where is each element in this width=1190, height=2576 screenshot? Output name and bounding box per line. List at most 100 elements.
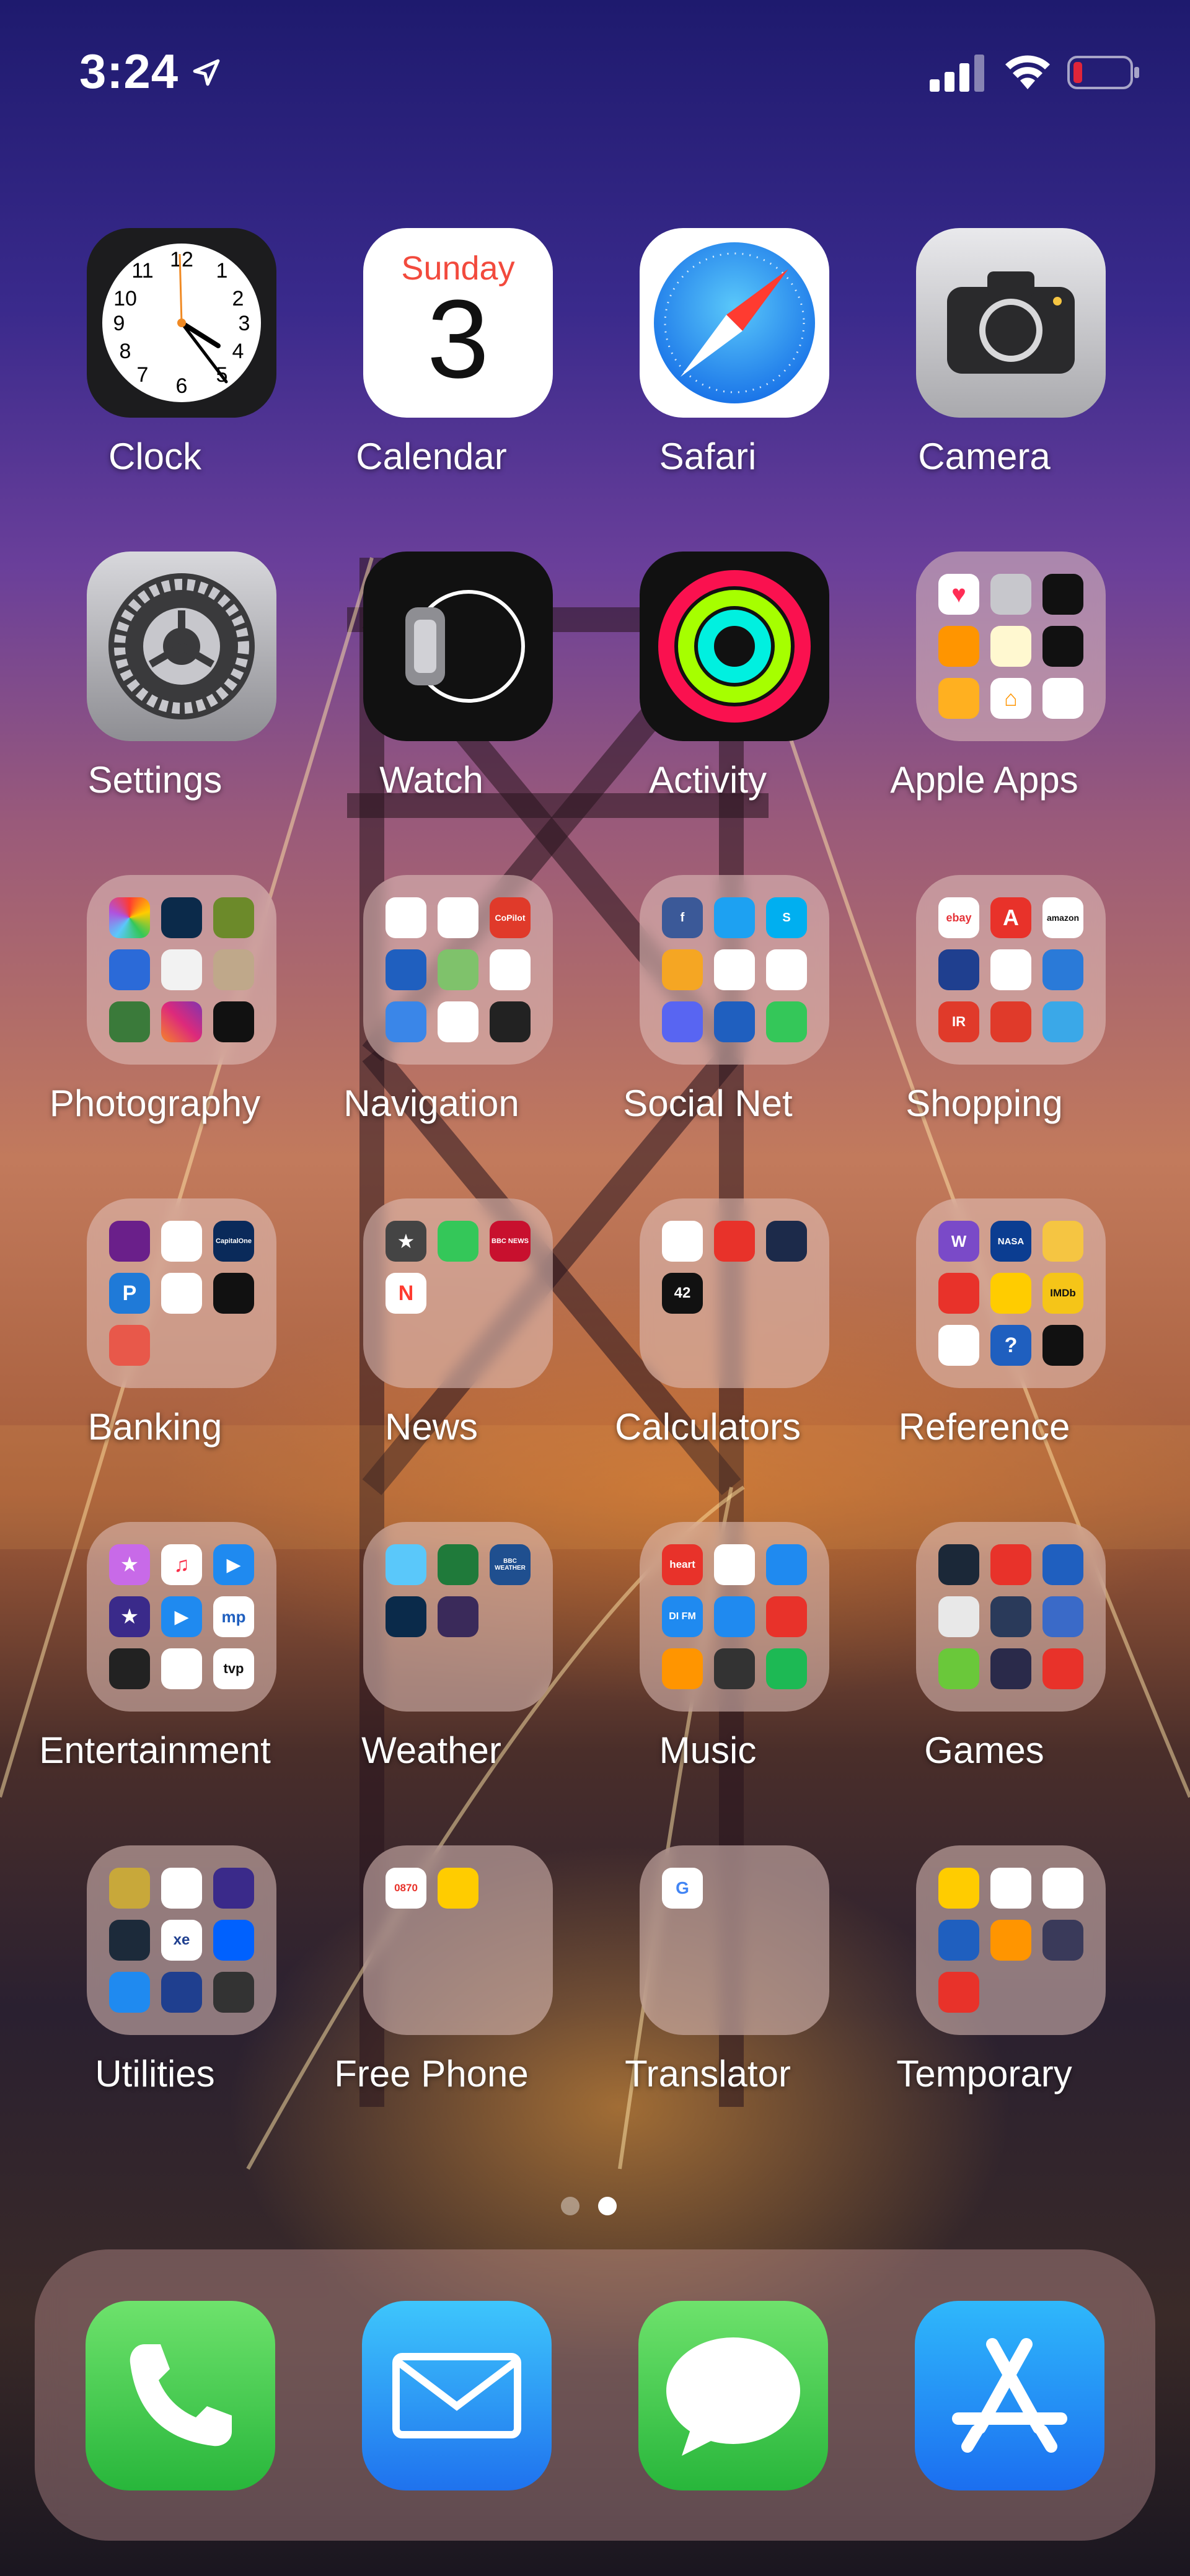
folder-apple-apps[interactable]: ♥ ⌂ Apple Apps	[854, 552, 1114, 837]
folder-entertainment[interactable]: ★ ♫ ▶ ★ ▶ mp tvp Entertainment	[25, 1522, 285, 1807]
storm-icon	[438, 1596, 478, 1637]
app-label-entertainment: Entertainment	[39, 1730, 271, 1771]
folder-navigation-icon[interactable]: CoPilot	[363, 875, 553, 1065]
calculator-icon	[662, 1221, 703, 1262]
svg-text:8: 8	[120, 340, 131, 363]
itunes-store-icon: ★	[109, 1544, 150, 1585]
app-label-shopping: Shopping	[906, 1083, 1063, 1124]
messages-icon[interactable]	[638, 2301, 828, 2490]
folder-social-net[interactable]: f S Social Net	[578, 875, 838, 1160]
folder-apple-apps-icon[interactable]: ♥ ⌂	[916, 552, 1106, 741]
folder-banking[interactable]: CapitalOne P Banking	[25, 1198, 285, 1484]
svg-text:11: 11	[131, 259, 153, 283]
folder-photography[interactable]: Photography	[25, 875, 285, 1160]
folder-banking-icon[interactable]: CapitalOne P	[87, 1198, 276, 1388]
books-icon	[938, 626, 979, 667]
folder-reference-icon[interactable]: W NASA IMDb ?	[916, 1198, 1106, 1388]
page-dot-2-active[interactable]	[598, 2197, 617, 2215]
alien-icon	[990, 1596, 1031, 1637]
amazon-icon: amazon	[1042, 897, 1083, 938]
folder-games-icon[interactable]	[916, 1522, 1106, 1712]
app-camera[interactable]: Camera	[854, 228, 1114, 513]
folder-photography-icon[interactable]	[87, 875, 276, 1065]
app-activity[interactable]: Activity	[578, 552, 838, 837]
app-label-watch: Watch	[379, 759, 483, 801]
app-safari[interactable]: Safari	[578, 228, 838, 513]
folder-news[interactable]: ★ BBC NEWS N News	[301, 1198, 562, 1484]
wind-icon	[438, 1544, 478, 1585]
folder-calculators[interactable]: 42 Calculators	[578, 1198, 838, 1484]
folder-navigation[interactable]: CoPilot Navigation	[301, 875, 562, 1160]
folder-music-icon[interactable]: heart DI FM	[640, 1522, 829, 1712]
svg-text:7: 7	[137, 363, 149, 387]
wifi-icon	[1005, 55, 1050, 89]
folder-free-phone-icon[interactable]: 0870	[363, 1845, 553, 2035]
calendar-icon[interactable]: Sunday 3	[363, 228, 553, 418]
reminders-icon	[1042, 678, 1083, 719]
video-icon: ▶	[213, 1544, 254, 1585]
mail-icon[interactable]	[362, 2301, 552, 2490]
folder-utilities-icon[interactable]: xe	[87, 1845, 276, 2035]
folder-weather-icon[interactable]: BBC WEATHER	[363, 1522, 553, 1712]
page-dot-1[interactable]	[561, 2197, 580, 2215]
folder-games[interactable]: Games	[854, 1522, 1114, 1807]
page-indicator[interactable]	[555, 2197, 629, 2222]
photo-app-icon	[213, 949, 254, 990]
folder-utilities[interactable]: xe Utilities	[25, 1845, 285, 2130]
folder-calculators-icon[interactable]: 42	[640, 1198, 829, 1388]
folder-translator-icon[interactable]: G	[640, 1845, 829, 2035]
racing-icon	[990, 1648, 1031, 1689]
app-calendar[interactable]: Sunday 3 Calendar	[301, 228, 562, 513]
folder-shopping-icon[interactable]: ebay A amazon IR	[916, 875, 1106, 1065]
svg-text:10: 10	[113, 287, 137, 310]
app-label-safari: Safari	[659, 436, 757, 477]
notes-icon	[990, 626, 1031, 667]
space-icon	[1042, 1325, 1083, 1366]
halide-icon	[213, 1001, 254, 1042]
clock-icon[interactable]: 1212 345 678 91011	[87, 228, 276, 418]
app-label-translator: Translator	[625, 2053, 791, 2095]
phone-icon[interactable]	[86, 2301, 275, 2490]
flag-icon	[161, 1868, 202, 1909]
temp-app-2-icon	[990, 1868, 1031, 1909]
watch-icon[interactable]	[363, 552, 553, 741]
0870-icon: 0870	[386, 1868, 426, 1909]
app-label-banking: Banking	[87, 1406, 223, 1448]
compass-icon	[490, 1001, 531, 1042]
gps-app-icon	[386, 949, 426, 990]
capital-one-icon: CapitalOne	[213, 1221, 254, 1262]
folder-music[interactable]: heart DI FM Music	[578, 1522, 838, 1807]
safari-compass-icon[interactable]	[640, 228, 829, 418]
folder-reference[interactable]: W NASA IMDb ? Reference	[854, 1198, 1114, 1484]
timer-icon	[714, 1221, 755, 1262]
folder-social-net-icon[interactable]: f S	[640, 875, 829, 1065]
app-watch[interactable]: Watch	[301, 552, 562, 837]
svg-text:12: 12	[170, 248, 193, 271]
apple-maps-icon	[438, 949, 478, 990]
folder-translator[interactable]: G Translator	[578, 1845, 838, 2130]
cut-the-rope-icon	[938, 1648, 979, 1689]
battery-low-icon	[1067, 56, 1139, 89]
home-icon: ⌂	[990, 678, 1031, 719]
instagram-icon	[161, 1001, 202, 1042]
svg-text:2: 2	[232, 287, 244, 310]
argos-icon: A	[990, 897, 1031, 938]
folder-shopping[interactable]: ebay A amazon IR Shopping	[854, 875, 1114, 1160]
app-label-calendar: Calendar	[356, 436, 507, 477]
camera-icon[interactable]	[916, 228, 1106, 418]
folder-weather[interactable]: BBC WEATHER Weather	[301, 1522, 562, 1807]
app-label-free-phone: Free Phone	[334, 2053, 529, 2095]
ebay-icon: ebay	[938, 897, 979, 938]
settings-gear-icon[interactable]	[87, 552, 276, 741]
app-store-icon[interactable]	[915, 2301, 1104, 2490]
folder-free-phone[interactable]: 0870 Free Phone	[301, 1845, 562, 2130]
folder-news-icon[interactable]: ★ BBC NEWS N	[363, 1198, 553, 1388]
folder-entertainment-icon[interactable]: ★ ♫ ▶ ★ ▶ mp tvp	[87, 1522, 276, 1712]
folder-temporary-icon[interactable]	[916, 1845, 1106, 2035]
folder-temporary[interactable]: Temporary	[854, 1845, 1114, 2130]
activity-rings-icon[interactable]	[640, 552, 829, 741]
game-app-icon	[938, 1596, 979, 1637]
app-clock[interactable]: 1212 345 678 91011 Clock	[25, 228, 285, 513]
app-settings[interactable]: Settings	[25, 552, 285, 837]
image-editor-icon	[109, 949, 150, 990]
